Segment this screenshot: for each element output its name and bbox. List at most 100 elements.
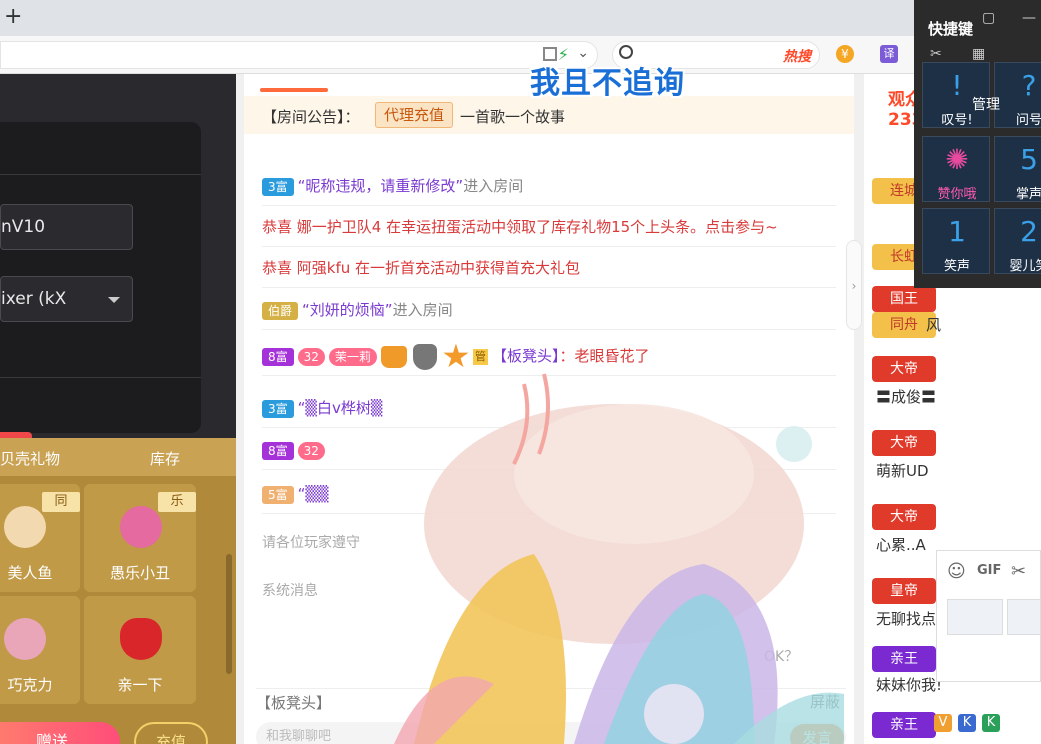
user-name[interactable]: “▒白v桦树▒ [298, 399, 383, 417]
system-tip: 系统消息 [262, 583, 318, 599]
audience-name[interactable]: 心累..A [876, 534, 926, 555]
send-chat-button[interactable]: 发言 [790, 724, 844, 744]
gift-item[interactable]: 巧克力 [0, 596, 80, 704]
rules-tip: 请各位玩家遵守 [262, 535, 360, 551]
audience-name[interactable]: 妹妹你我! [876, 674, 942, 695]
level-badge: 32 [297, 441, 325, 460]
wealth-badge: 5富 [262, 485, 294, 504]
gift-name: 美人鱼 [7, 564, 53, 582]
clown-gift-icon [120, 506, 162, 548]
level-badge: 32 [297, 347, 325, 366]
user-name[interactable]: 【板凳头】 [492, 347, 560, 365]
question-icon: ? [1021, 69, 1037, 102]
rank-badge: 国王 [872, 286, 936, 312]
url-field[interactable]: ⚡ ⌄ [0, 41, 598, 69]
device-field-value: nV10 [1, 217, 46, 237]
gift-tabs: 贝壳礼物 库存 [0, 438, 236, 476]
notice-tag[interactable]: 代理充值 [375, 102, 454, 128]
scissors-icon[interactable]: ✂ [930, 46, 942, 62]
gift-item[interactable]: 同 美人鱼 [0, 484, 80, 592]
pin-icon[interactable]: ▢ [982, 10, 995, 26]
shortcut-key[interactable]: 5 掌声 [994, 136, 1041, 202]
chat-message: 5富 “▒▒ [262, 474, 836, 514]
tab-shell-gifts[interactable]: 贝壳礼物 [0, 448, 60, 469]
shortcut-key[interactable]: ? 问号 [994, 62, 1041, 128]
reply-target[interactable]: 【板凳头】 [256, 688, 846, 716]
user-name[interactable]: “刘妍的烦恼” [302, 301, 393, 319]
screenshot-thumbnail[interactable] [947, 599, 1003, 635]
noble-badge: 伯爵 [262, 301, 299, 320]
rank-badge: 大帝 [872, 356, 936, 382]
browser-tabbar: + [0, 0, 1041, 36]
audience-name[interactable]: 无聊找点 [876, 608, 936, 629]
settings-card: nV10 ixer (kX 定 [0, 122, 201, 468]
screenshot-thumbnail[interactable] [1007, 599, 1041, 635]
enter-text: 进入房间 [392, 301, 453, 319]
gift-name: 愚乐小丑 [109, 564, 170, 582]
translate-icon[interactable]: 译 [880, 45, 898, 63]
grid-icon[interactable]: ▦ [972, 46, 985, 62]
tab-inventory[interactable]: 库存 [150, 448, 180, 469]
message-text: ：老眼昏花了 [559, 347, 650, 365]
device-field[interactable]: nV10 [0, 204, 133, 250]
chat-message: 恭喜 阿强kfu 在一折首充活动中获得首充大礼包 [262, 248, 836, 288]
emoji-icon[interactable]: ☺ [947, 561, 966, 582]
shortcut-label: 婴儿笑 [1009, 259, 1041, 274]
send-gift-button[interactable]: 赠送 [0, 722, 120, 744]
applause-icon: 5 [1020, 143, 1038, 176]
shortcut-key[interactable]: 1 笑声 [922, 208, 990, 274]
mixer-select[interactable]: ixer (kX [0, 276, 133, 322]
shortcut-title: 快捷键 [928, 20, 974, 38]
guard-icon [412, 343, 437, 370]
user-name[interactable]: “昵称违规，请重新修改” [298, 177, 464, 195]
chat-message: 伯爵 “刘妍的烦恼”进入房间 [262, 290, 836, 330]
emoji-panel: ☺ GIF ✂ [936, 550, 1041, 682]
k-badge: K [958, 714, 976, 732]
wealth-badge: 8富 [262, 347, 294, 366]
rank-badge: 亲王 [872, 712, 936, 738]
song-lyric-overlay: 我且不追询 [530, 66, 685, 101]
gift-item[interactable]: 亲一下 [84, 596, 196, 704]
manage-label[interactable]: 管理 [972, 94, 1000, 114]
block-button[interactable]: 屏蔽 [810, 691, 840, 712]
divider [0, 174, 201, 175]
minimize-icon[interactable]: — [1022, 10, 1036, 26]
dropdown-arrow-icon [108, 297, 120, 303]
gif-icon[interactable]: GIF [977, 563, 1001, 578]
shortcut-key[interactable]: 2 婴儿笑 [994, 208, 1041, 274]
mixer-select-value: ixer (kX [1, 289, 67, 309]
gift-name: 亲一下 [117, 676, 163, 694]
coin-icon[interactable]: ¥ [836, 45, 854, 63]
gift-item[interactable]: 乐 愚乐小丑 [84, 484, 196, 592]
gift-badge: 乐 [158, 492, 196, 512]
gift-scrollbar[interactable] [226, 554, 232, 674]
shortcut-label: 掌声 [1015, 187, 1041, 202]
gift-name: 巧克力 [7, 676, 53, 694]
audience-name[interactable]: 萌新UD [876, 460, 929, 481]
hot-search-label[interactable]: 热搜 [783, 46, 811, 66]
star-icon [443, 343, 469, 368]
user-tag: 茉一莉 [328, 347, 377, 366]
chat-input[interactable]: 和我聊聊吧 [256, 722, 846, 744]
laugh-icon: 1 [948, 215, 966, 248]
collapse-handle[interactable]: › [846, 240, 862, 330]
new-tab-button[interactable]: + [4, 4, 22, 29]
chat-panel: 【房间公告】： 代理充值 一首歌一个故事 3富 “昵称违规，请重新修改”进入房间 … [244, 74, 854, 744]
search-icon[interactable] [619, 45, 633, 59]
praise-icon: ✺ [945, 143, 969, 176]
audience-name[interactable]: 风 [926, 314, 941, 335]
wealth-badge: 3富 [262, 399, 294, 418]
audience-name[interactable]: 〓成俊〓 [876, 386, 936, 407]
scissors-icon[interactable]: ✂ [1011, 561, 1026, 582]
chat-message: 3富 “昵称违规，请重新修改”进入房间 [262, 166, 836, 206]
vip-badge: V [934, 714, 952, 732]
active-tab-indicator [260, 88, 328, 92]
shortcut-label: 赞你哦 [937, 187, 977, 202]
user-name[interactable]: “▒▒ [298, 485, 329, 503]
k-badge: K [982, 714, 1000, 732]
shortcut-key[interactable]: ✺ 赞你哦 [922, 136, 990, 202]
rank-badge: 皇帝 [872, 578, 936, 604]
recharge-button[interactable]: 充值 [134, 722, 208, 744]
system-message: 恭喜 阿强kfu 在一折首充活动中获得首充大礼包 [262, 259, 581, 277]
system-message[interactable]: 恭喜 娜一护卫队4 在幸运扭蛋活动中领取了库存礼物15个上头条。点击参与~ [262, 218, 778, 236]
